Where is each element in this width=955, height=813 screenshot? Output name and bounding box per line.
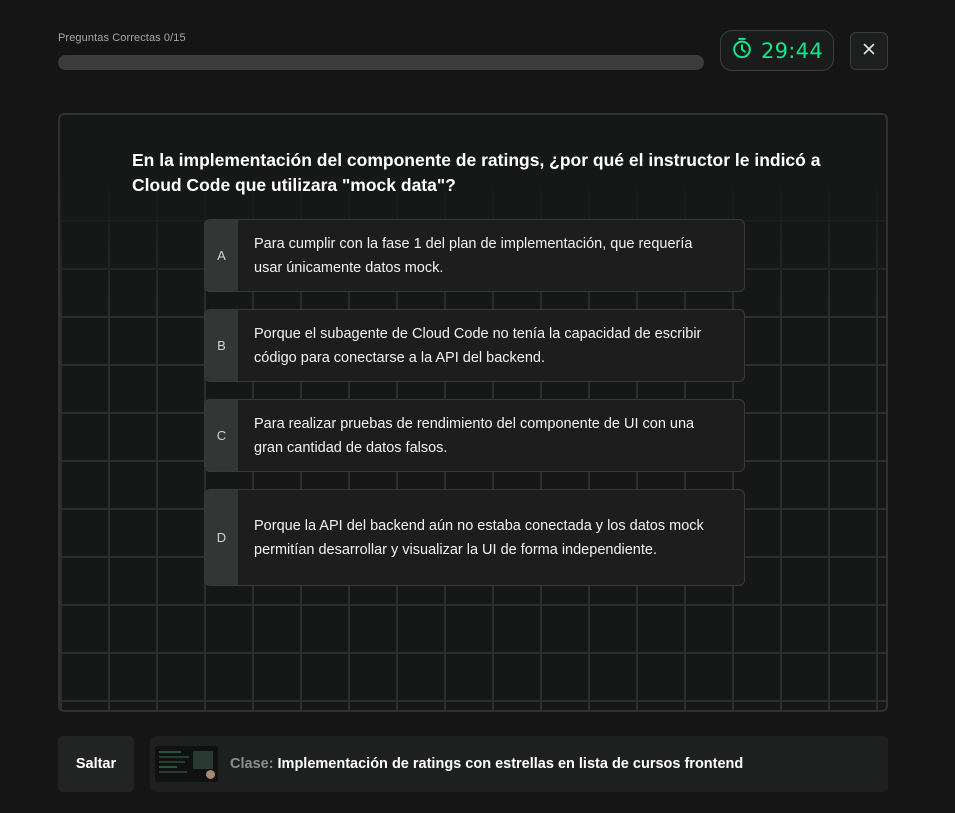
option-letter: C: [205, 400, 238, 471]
stopwatch-icon: [731, 37, 753, 64]
option-letter: A: [205, 220, 238, 291]
option-a[interactable]: A Para cumplir con la fase 1 del plan de…: [204, 219, 745, 292]
question-panel: En la implementación del componente de r…: [58, 113, 888, 712]
option-letter: D: [205, 490, 238, 585]
timer-value: 29:44: [760, 38, 824, 63]
option-c[interactable]: C Para realizar pruebas de rendimiento d…: [204, 399, 745, 472]
option-letter: B: [205, 310, 238, 381]
option-d[interactable]: D Porque la API del backend aún no estab…: [204, 489, 745, 586]
close-icon: [863, 42, 875, 60]
progress-label: Preguntas Correctas 0/15: [58, 32, 186, 44]
option-text: Para realizar pruebas de rendimiento del…: [254, 415, 695, 456]
option-text: Porque el subagente de Cloud Code no ten…: [254, 325, 702, 366]
class-link[interactable]: Clase: Implementación de ratings con est…: [150, 736, 888, 792]
class-title: Implementación de ratings con estrellas …: [277, 756, 744, 772]
close-button[interactable]: [850, 32, 888, 70]
class-label: Clase:: [230, 756, 274, 772]
timer: 29:44: [720, 30, 834, 71]
option-text: Porque la API del backend aún no estaba …: [254, 517, 704, 558]
progress-bar: [58, 55, 704, 70]
option-text: Para cumplir con la fase 1 del plan de i…: [254, 235, 693, 276]
skip-button[interactable]: Saltar: [58, 736, 134, 792]
question-text: En la implementación del componente de r…: [132, 150, 821, 195]
class-thumbnail: [155, 746, 218, 782]
option-b[interactable]: B Porque el subagente de Cloud Code no t…: [204, 309, 745, 382]
